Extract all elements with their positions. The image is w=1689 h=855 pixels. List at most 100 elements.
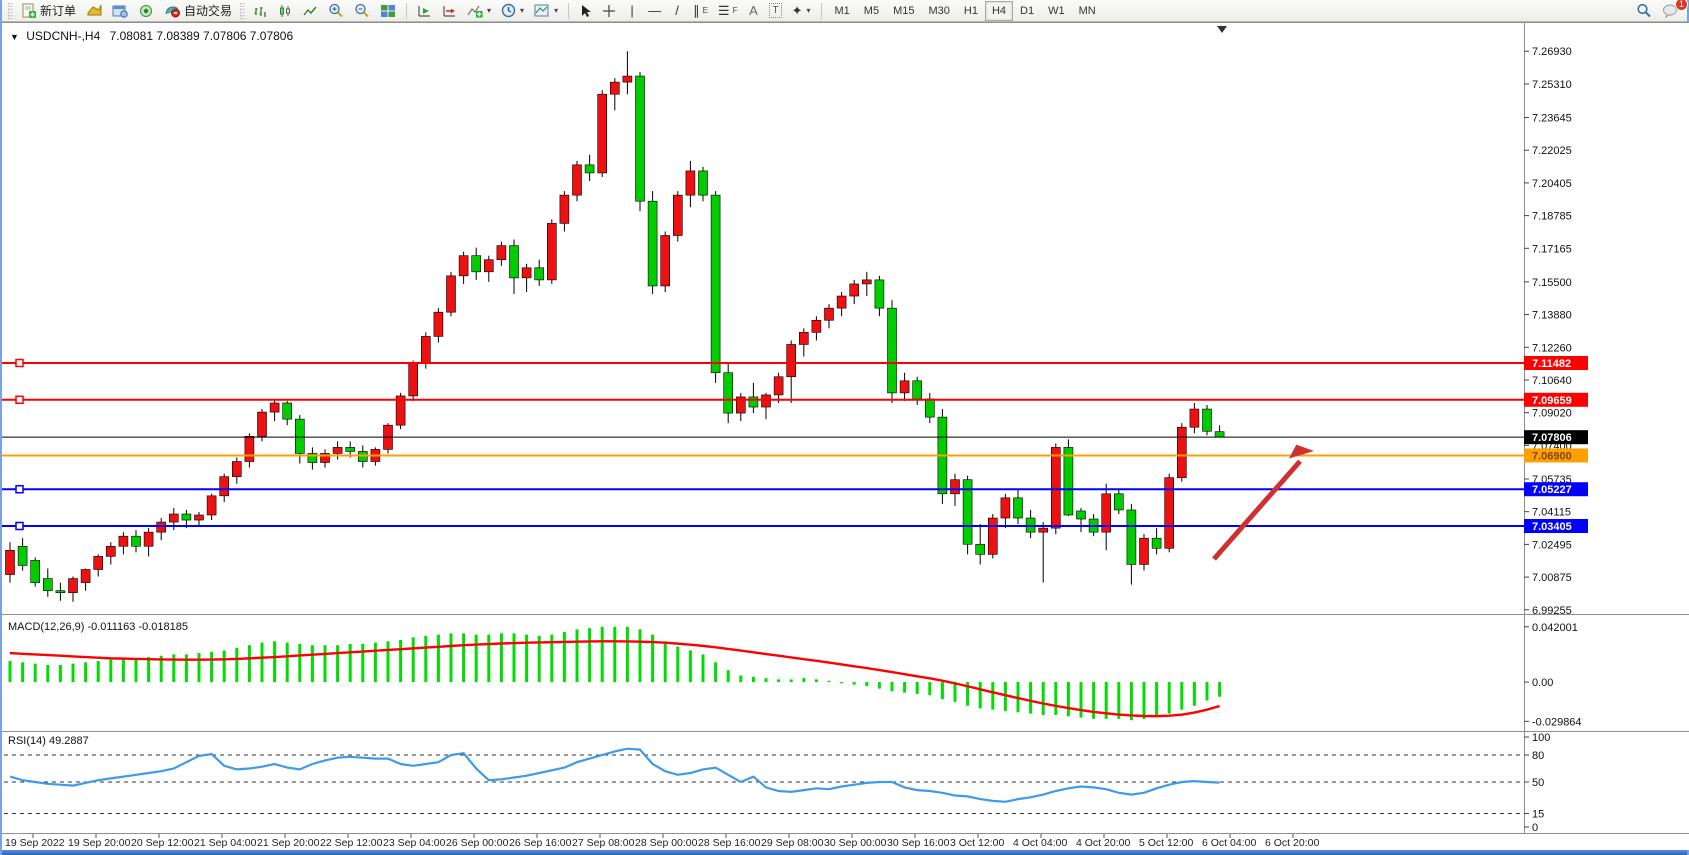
candle bbox=[510, 240, 519, 294]
price-tick-label: 7.10640 bbox=[1532, 375, 1572, 387]
vertical-line-tool-button[interactable]: | bbox=[622, 1, 642, 21]
new-order-button[interactable]: 新订单 bbox=[17, 1, 80, 21]
window-bottom-edge bbox=[2, 850, 1687, 855]
periods-caret[interactable]: ▾ bbox=[520, 6, 524, 15]
channel-tool-button[interactable]: ∥ E bbox=[689, 1, 712, 21]
arrows-caret[interactable]: ▾ bbox=[806, 6, 810, 15]
candle bbox=[220, 474, 229, 502]
time-axis-label: 6 Oct 04:00 bbox=[1202, 837, 1256, 849]
crosshair-icon bbox=[602, 4, 616, 18]
candle bbox=[371, 447, 380, 465]
candle bbox=[195, 512, 204, 526]
chart-shift-marker[interactable] bbox=[1217, 26, 1227, 33]
search-button[interactable] bbox=[1632, 1, 1656, 21]
candle bbox=[711, 191, 720, 383]
rsi-tick-label: 100 bbox=[1532, 732, 1550, 744]
zoom-in-icon bbox=[328, 3, 344, 18]
text-label-tool-button[interactable]: T bbox=[765, 1, 785, 21]
templates-button[interactable]: ▾ bbox=[530, 1, 562, 21]
candle bbox=[1026, 510, 1035, 538]
navigator-button[interactable] bbox=[134, 1, 158, 21]
tile-windows-button[interactable] bbox=[376, 1, 400, 21]
auto-scroll-button[interactable] bbox=[413, 1, 436, 21]
candle bbox=[963, 476, 972, 555]
candle bbox=[1140, 534, 1149, 570]
candle bbox=[1203, 405, 1212, 435]
macd-indicator-label: MACD(12,26,9) -0.011163 -0.018185 bbox=[8, 621, 188, 633]
line-chart-button[interactable] bbox=[299, 1, 322, 21]
chart-shift-button[interactable] bbox=[438, 1, 461, 21]
market-watch-button[interactable] bbox=[82, 1, 106, 21]
macd-tick-label: 0.00 bbox=[1532, 677, 1553, 689]
price-badge-label: 7.09659 bbox=[1532, 395, 1572, 407]
candle bbox=[43, 568, 52, 596]
tf-m30[interactable]: M30 bbox=[921, 1, 956, 21]
autotrading-button[interactable]: 自动交易 bbox=[160, 1, 236, 21]
price-tick-label: 7.02495 bbox=[1532, 539, 1572, 551]
candle bbox=[837, 292, 846, 316]
price-badge-label: 7.06900 bbox=[1532, 450, 1572, 462]
autotrading-label: 自动交易 bbox=[184, 2, 232, 19]
bar-chart-icon bbox=[253, 4, 268, 18]
candle bbox=[736, 393, 745, 421]
tf-m1[interactable]: M1 bbox=[828, 1, 857, 21]
tf-h1[interactable]: H1 bbox=[957, 1, 985, 21]
price-tick-label: 7.18785 bbox=[1532, 211, 1572, 223]
arrows-tool-icon: ✦ bbox=[792, 4, 803, 17]
zoom-out-button[interactable] bbox=[350, 1, 374, 21]
time-axis-label: 29 Sep 08:00 bbox=[761, 837, 824, 849]
candle bbox=[610, 78, 619, 110]
periods-button[interactable]: ▾ bbox=[497, 1, 528, 21]
hline-handle[interactable] bbox=[16, 523, 23, 530]
notifications-button[interactable]: 1 bbox=[1658, 1, 1683, 21]
toolbar-grip[interactable] bbox=[240, 3, 245, 19]
data-window-button[interactable] bbox=[108, 1, 132, 21]
price-tick-label: 7.17165 bbox=[1532, 243, 1572, 255]
crosshair-tool-button[interactable] bbox=[598, 1, 620, 21]
hline-handle[interactable] bbox=[16, 486, 23, 493]
time-axis-label: 21 Sep 04:00 bbox=[194, 837, 257, 849]
indicators-caret[interactable]: ▾ bbox=[487, 6, 491, 15]
horizontal-line-tool-button[interactable]: — bbox=[644, 1, 665, 21]
arrows-tool-button[interactable]: ✦ ▾ bbox=[788, 1, 815, 21]
tf-m5[interactable]: M5 bbox=[857, 1, 886, 21]
tf-h4[interactable]: H4 bbox=[985, 1, 1013, 21]
toolbar-grip[interactable] bbox=[8, 3, 13, 19]
candle bbox=[459, 252, 468, 284]
zoom-in-button[interactable] bbox=[324, 1, 348, 21]
hline-handle[interactable] bbox=[16, 396, 23, 403]
tf-mn[interactable]: MN bbox=[1072, 1, 1103, 21]
text-tool-button[interactable]: A bbox=[743, 1, 763, 21]
candle bbox=[1102, 484, 1111, 551]
time-axis-label: 26 Sep 16:00 bbox=[509, 837, 572, 849]
tf-m15[interactable]: M15 bbox=[886, 1, 921, 21]
candle bbox=[875, 276, 884, 316]
indicators-button[interactable]: ▾ bbox=[463, 1, 495, 21]
trend-arrow-shaft[interactable] bbox=[1214, 461, 1300, 559]
candle bbox=[1014, 490, 1023, 524]
toolbar-separator bbox=[568, 3, 569, 19]
cursor-tool-button[interactable] bbox=[575, 1, 596, 21]
candle bbox=[6, 542, 15, 582]
fibonacci-tool-button[interactable]: ☰ F bbox=[714, 1, 742, 21]
candlestick-chart-button[interactable] bbox=[274, 1, 297, 21]
candle bbox=[925, 393, 934, 423]
mt4-window: 新订单 自动交易 bbox=[0, 0, 1689, 855]
candle bbox=[699, 167, 708, 201]
hline-handle[interactable] bbox=[16, 360, 23, 367]
templates-caret[interactable]: ▾ bbox=[554, 6, 558, 15]
candle bbox=[686, 161, 695, 207]
tf-d1[interactable]: D1 bbox=[1013, 1, 1041, 21]
trendline-tool-button[interactable]: / bbox=[667, 1, 687, 21]
main-toolbar: 新订单 自动交易 bbox=[2, 0, 1687, 22]
bar-chart-button[interactable] bbox=[249, 1, 272, 21]
candle bbox=[69, 577, 78, 602]
tf-w1[interactable]: W1 bbox=[1041, 1, 1072, 21]
symbol-dropdown-arrow[interactable]: ▼ bbox=[10, 32, 19, 42]
candle bbox=[283, 401, 292, 425]
candle bbox=[673, 191, 682, 241]
candle bbox=[409, 361, 418, 401]
time-axis-label: 30 Sep 16:00 bbox=[887, 837, 950, 849]
rsi-tick-label: 0 bbox=[1532, 822, 1538, 834]
auto-scroll-icon bbox=[417, 4, 432, 18]
